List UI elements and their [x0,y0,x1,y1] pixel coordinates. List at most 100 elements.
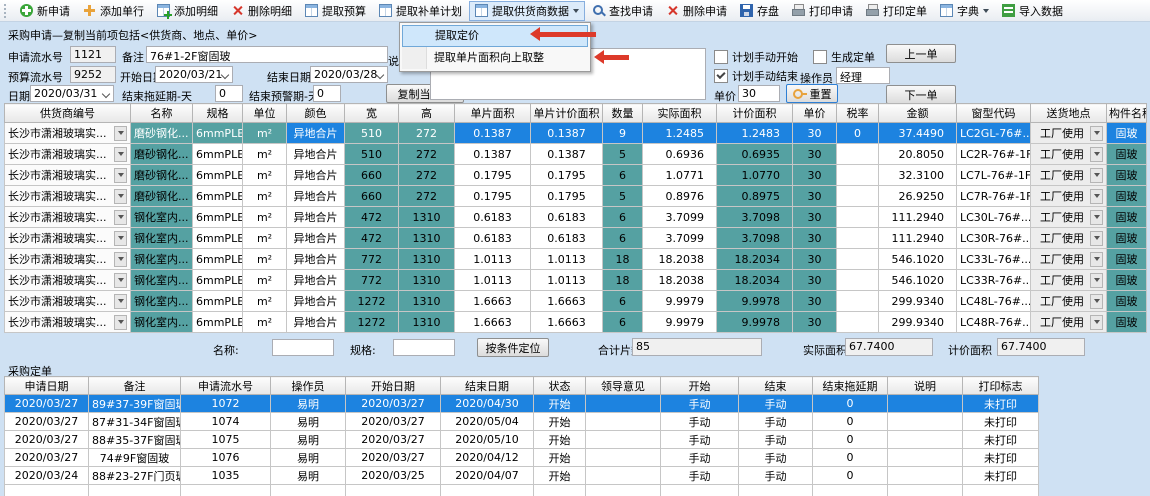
print-order-button[interactable]: 打印定单 [860,1,933,21]
cell-component[interactable]: 固玻 [1107,207,1147,228]
cell-actual_area[interactable]: 18.2038 [643,249,717,270]
cell-unit[interactable]: m² [243,123,287,144]
cell-start_date[interactable]: 2020/03/27 [346,431,441,449]
cell-window_code[interactable]: LC33L-76#... [957,249,1031,270]
cell-start[interactable]: 手动 [661,413,739,431]
cell-print_flag[interactable]: 未打印 [963,431,1039,449]
cell-piece_priced_area[interactable]: 1.6663 [531,312,603,333]
cell-piece_priced_area[interactable]: 0.1795 [531,165,603,186]
cell-qty[interactable]: 6 [603,165,643,186]
cell-qty[interactable]: 5 [603,186,643,207]
cell-actual_area[interactable]: 3.7099 [643,207,717,228]
cell-end_date[interactable]: 2020/04/30 [441,395,534,413]
col-supplier[interactable]: 供货商编号 [5,104,131,123]
cell-spec[interactable]: 6mmPLE... [193,207,243,228]
cell-actual_area[interactable]: 1.2485 [643,123,717,144]
cell-unit_price[interactable]: 30 [793,291,837,312]
save-button[interactable]: 存盘 [734,1,785,21]
cell-status[interactable]: 开始 [534,431,586,449]
new-request-button[interactable]: 新申请 [14,1,76,21]
cell-color[interactable]: 异地合片 [287,144,345,165]
chevron-down-icon[interactable] [102,90,110,98]
cell-unit[interactable]: m² [243,186,287,207]
col-component[interactable]: 构件名称 [1107,104,1147,123]
find-request-button[interactable]: 查找申请 [586,1,659,21]
cell-unit[interactable]: m² [243,207,287,228]
cell-window_code[interactable]: LC7L-76#-1FO [957,165,1031,186]
cell-supplier[interactable]: 长沙市潇湘玻璃实... [5,291,131,312]
cell-unit_price[interactable]: 30 [793,228,837,249]
cell-actual_area[interactable]: 1.0771 [643,165,717,186]
cell-priced_area[interactable]: 1.0770 [717,165,793,186]
cell-tax_rate[interactable] [837,228,879,249]
cell-unit_price[interactable]: 30 [793,270,837,291]
cell-component[interactable]: 固玻 [1107,186,1147,207]
cell-name[interactable]: 钢化室内... [131,207,193,228]
cell-color[interactable]: 异地合片 [287,165,345,186]
dropdown-arrow-icon[interactable] [114,189,127,204]
cell-delivery[interactable]: 工厂使用 [1031,165,1107,186]
cell-delay[interactable]: 0 [813,395,888,413]
extract-supplement-plan-button[interactable]: 提取补单计划 [373,1,468,21]
col-serial[interactable]: 申请流水号 [181,377,271,395]
cell-width[interactable]: 472 [345,228,399,249]
col-piece_priced_area[interactable]: 单片计价面积 [531,104,603,123]
dropdown-arrow-icon[interactable] [1090,294,1103,309]
cell-window_code[interactable]: LC48L-76#... [957,291,1031,312]
cell-spec[interactable]: 6mmPLE... [193,165,243,186]
cell-status[interactable]: 开始 [534,467,586,485]
cell-delay[interactable]: 0 [813,413,888,431]
remark-field[interactable]: 76#1-2F窗固玻 [146,46,388,63]
dropdown-arrow-icon[interactable] [114,273,127,288]
cell-piece_area[interactable]: 0.1795 [455,186,531,207]
cell-amount[interactable]: 26.9250 [879,186,957,207]
cell-piece_area[interactable]: 0.1387 [455,123,531,144]
cell-remark[interactable]: 88#23-27F门页玻 [89,467,181,485]
cell-unit[interactable]: m² [243,291,287,312]
cell-end_date[interactable]: 2020/04/07 [441,467,534,485]
col-apply_date[interactable]: 申请日期 [5,377,89,395]
cell-window_code[interactable]: LC48R-76#... [957,312,1031,333]
cell-priced_area[interactable]: 3.7098 [717,228,793,249]
cell-supplier[interactable]: 长沙市潇湘玻璃实... [5,312,131,333]
next-order-button[interactable]: 下一单 [886,85,956,104]
prev-order-button[interactable]: 上一单 [886,44,956,63]
cell-height[interactable]: 272 [399,165,455,186]
cell-delay[interactable]: 0 [813,431,888,449]
cell-note[interactable] [888,431,963,449]
warn-days-field[interactable]: 0 [313,85,341,102]
cell-component[interactable]: 固玻 [1107,291,1147,312]
cell-amount[interactable]: 299.9340 [879,312,957,333]
unit-price-field[interactable]: 30 [738,85,780,102]
cell-qty[interactable]: 6 [603,228,643,249]
cell-amount[interactable]: 299.9340 [879,291,957,312]
cell-width[interactable]: 1272 [345,312,399,333]
cell-note[interactable] [888,467,963,485]
cell-color[interactable]: 异地合片 [287,249,345,270]
add-detail-button[interactable]: 添加明细 [151,1,224,21]
dropdown-arrow-icon[interactable] [1090,273,1103,288]
cell-piece_area[interactable]: 0.6183 [455,207,531,228]
cell-piece_priced_area[interactable]: 0.6183 [531,228,603,249]
cell-piece_area[interactable]: 1.6663 [455,291,531,312]
manual-start-checkbox[interactable]: 计划手动开始 [714,49,798,65]
cell-operator[interactable]: 易明 [271,413,346,431]
cell-actual_area[interactable]: 0.6936 [643,144,717,165]
cell-spec[interactable]: 6mmPLE... [193,228,243,249]
cell-width[interactable]: 772 [345,249,399,270]
cell-window_code[interactable]: LC2GL-76#... [957,123,1031,144]
print-request-button[interactable]: 打印申请 [786,1,859,21]
cell-qty[interactable]: 6 [603,312,643,333]
cell-end[interactable]: 手动 [739,431,813,449]
col-piece_area[interactable]: 单片面积 [455,104,531,123]
dropdown-arrow-icon[interactable] [1090,231,1103,246]
cell-priced_area[interactable]: 1.2483 [717,123,793,144]
cell-height[interactable]: 272 [399,144,455,165]
dropdown-arrow-icon[interactable] [114,294,127,309]
cell-serial[interactable]: 1076 [181,449,271,467]
cell-name[interactable]: 磨砂钢化... [131,165,193,186]
dropdown-arrow-icon[interactable] [114,252,127,267]
cell-tax_rate[interactable] [837,291,879,312]
cell-component[interactable]: 固玻 [1107,249,1147,270]
cell-leader_opinion[interactable] [586,431,661,449]
